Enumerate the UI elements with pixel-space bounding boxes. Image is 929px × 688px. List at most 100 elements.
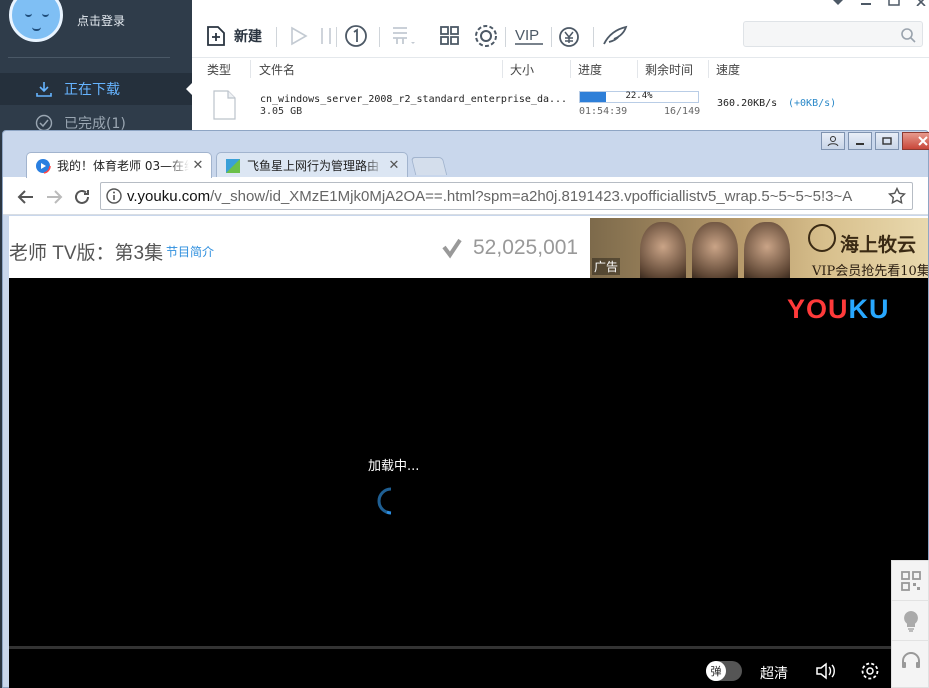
gear-icon [475,25,497,47]
search-input[interactable] [743,21,923,47]
close-icon [918,136,928,146]
yuan-button[interactable] [556,22,582,50]
menu-dropdown-icon[interactable] [831,0,845,6]
customer-service-button[interactable] [892,641,929,681]
qr-code-icon [901,570,921,591]
maximize-icon[interactable] [887,0,901,6]
minimize-icon[interactable] [859,0,873,6]
toolbar-separator [593,27,594,47]
forward-button[interactable] [44,187,64,207]
column-remaining[interactable]: 剩余时间 [645,61,693,78]
toolbar-separator [379,27,380,47]
svg-text:VIP: VIP [515,27,539,44]
task-segments: 16/149 [664,106,701,117]
tab-title: 我的！体育老师 03—在线 [57,157,189,174]
skin-icon[interactable] [803,0,817,6]
column-size[interactable]: 大小 [510,61,534,78]
tab-close-icon[interactable]: ✕ [189,158,207,173]
close-button[interactable] [902,132,929,150]
single-task-button[interactable] [343,22,369,50]
start-button[interactable] [286,22,310,50]
new-task-button[interactable]: 新建 [204,22,262,50]
ad-seal-icon [808,224,836,252]
column-type[interactable]: 类型 [207,61,231,78]
ad-actor-image [640,222,686,278]
site-info-icon[interactable] [101,188,127,204]
address-bar[interactable]: v.youku.com/v_show/id_XMzE1Mjk0MjA2OA==.… [100,182,913,210]
lightbulb-icon [904,610,918,632]
task-size: 3.05 GB [260,106,303,117]
url-path: /v_show/id_XMzE1Mjk0MjA2OA==.html?spm=a2… [210,187,853,205]
column-divider [708,60,709,78]
danmu-knob: 弹 [706,661,726,681]
task-filename: cn_windows_server_2008_r2_standard_enter… [260,94,568,105]
avatar-mouth [32,27,41,31]
download-manager-window: 点击登录 正在下载 已完成(1) 新建 VIP 类型 文件名 大小 进度 剩余时… [0,0,929,140]
quality-selector[interactable]: 超清 [760,663,788,683]
tab-router[interactable]: 飞鱼星上网行为管理路由 ✕ [216,152,408,178]
avatar[interactable] [9,0,63,42]
wing-icon [603,25,628,45]
vip-button[interactable]: VIP [514,22,546,50]
profile-button[interactable] [821,132,845,150]
yuan-icon [559,27,579,47]
reload-button[interactable] [72,187,92,207]
view-count-value: 52,025,001 [473,236,579,259]
column-divider [570,60,571,78]
restore-button[interactable] [875,132,899,150]
program-intro-link[interactable]: 节目简介 [166,243,214,260]
page-title: 老师 TV版：第3集 [9,243,164,264]
pause-button[interactable] [318,22,334,50]
minimize-button[interactable] [848,132,872,150]
video-player[interactable]: YOUKU 加载中... 弹 超清 [9,278,928,688]
ad-banner[interactable]: 海上牧云 VIP会员抢先看10集 广告 [590,218,928,278]
new-tab-button[interactable] [410,157,448,175]
toolbar-separator [276,27,277,47]
login-link[interactable]: 点击登录 [77,12,125,29]
window-controls [803,0,929,8]
download-toolbar: 新建 VIP [192,0,929,58]
browser-window: 我的！体育老师 03—在线 ✕ 飞鱼星上网行为管理路由 ✕ v.youku.co… [2,130,929,688]
column-speed[interactable]: 速度 [716,61,740,78]
loading-spinner-icon [377,487,392,515]
tab-close-icon[interactable]: ✕ [385,158,403,173]
minimize-icon [856,143,864,145]
task-progress-bar: 22.4% [579,91,699,103]
new-task-label: 新建 [234,29,262,45]
ad-title: 海上牧云 [840,234,917,256]
download-sidebar: 点击登录 正在下载 已完成(1) [0,0,192,140]
video-info-header: 老师 TV版：第3集 节目简介 52,025,001 海上牧云 VIP会员抢先看… [9,216,928,278]
youku-logo: YOUKU [787,294,890,325]
reload-icon [75,189,89,204]
settings-button[interactable] [473,22,499,50]
forward-arrow-icon [47,190,63,204]
youku-favicon-icon [35,157,51,174]
resource-button[interactable] [389,22,417,50]
task-row[interactable]: cn_windows_server_2008_r2_standard_enter… [192,82,929,130]
apps-button[interactable] [438,22,462,50]
danmu-toggle[interactable]: 弹 [706,661,742,681]
tab-strip: 我的！体育老师 03—在线 ✕ 飞鱼星上网行为管理路由 ✕ [3,131,929,178]
task-speed-delta: (+0KB/s) [788,98,837,109]
bookmark-star-icon[interactable] [888,187,906,205]
ad-text: VIP会员抢先看10集 [812,264,928,278]
settings-gear-icon[interactable] [860,661,880,681]
loading-text: 加载中... [368,459,420,474]
close-icon[interactable] [915,0,929,6]
column-progress[interactable]: 进度 [578,61,602,78]
speedup-button[interactable] [601,22,629,50]
ad-label: 广告 [592,258,621,275]
file-icon [213,90,236,120]
vip-icon: VIP [515,27,543,45]
column-divider [637,60,638,78]
nav-item-downloading[interactable]: 正在下载 [0,73,192,105]
column-filename[interactable]: 文件名 [259,61,295,78]
number-one-icon [345,25,367,47]
tips-button[interactable] [892,601,929,641]
tab-youku[interactable]: 我的！体育老师 03—在线 ✕ [26,152,212,178]
volume-icon[interactable] [814,661,838,681]
play-icon [291,26,308,46]
search-icon[interactable] [900,27,916,43]
back-button[interactable] [16,187,36,207]
qr-code-button[interactable] [892,561,929,601]
